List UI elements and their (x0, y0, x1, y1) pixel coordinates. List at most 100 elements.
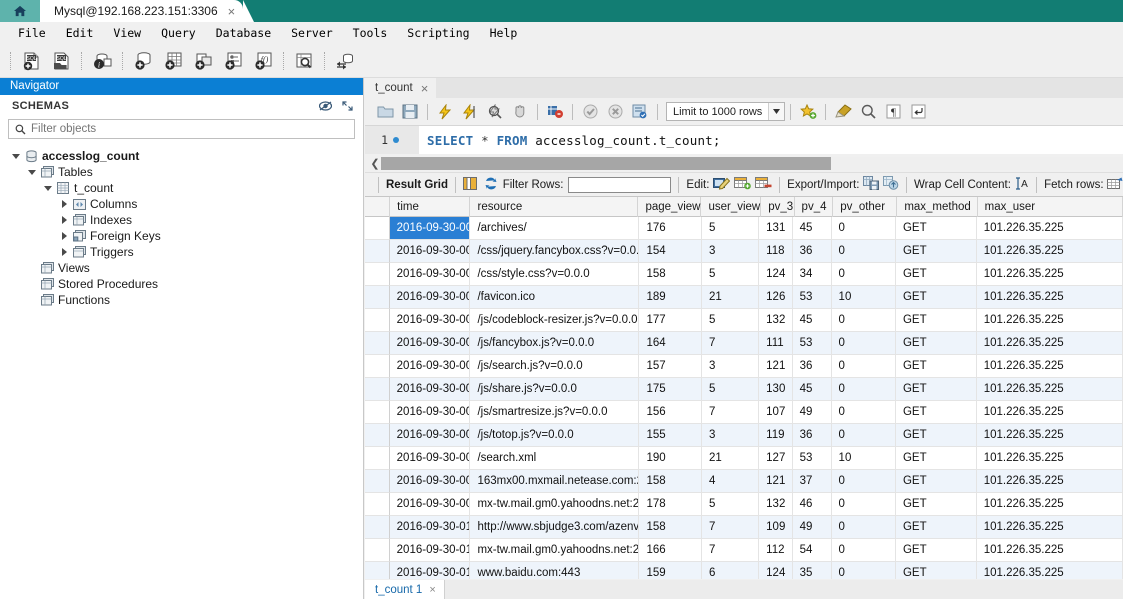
cell-pv_4[interactable]: 49 (792, 401, 832, 424)
cell-page_view[interactable]: 177 (639, 309, 703, 332)
row-marker[interactable] (365, 470, 390, 493)
menu-item-query[interactable]: Query (151, 22, 206, 44)
open-file-icon[interactable] (373, 101, 397, 123)
cell-resource[interactable]: http://www.sbjudge3.com/azenv.... (470, 516, 640, 539)
cell-pv_other[interactable]: 0 (831, 378, 896, 401)
cell-user_view[interactable]: 4 (702, 470, 760, 493)
new-function-icon[interactable]: f() (249, 47, 277, 75)
rollback-icon[interactable] (603, 101, 627, 123)
toggle-visibility-icon[interactable] (319, 101, 332, 111)
cell-user_view[interactable]: 3 (702, 424, 760, 447)
editor-hscrollbar[interactable]: ❮ (365, 154, 1123, 172)
cell-page_view[interactable]: 176 (639, 217, 703, 240)
cell-resource[interactable]: /css/style.css?v=0.0.0 (470, 263, 640, 286)
execute-current-statement-icon[interactable] (458, 101, 482, 123)
cell-resource[interactable]: /favicon.ico (470, 286, 640, 309)
cell-user_view[interactable]: 5 (702, 217, 760, 240)
toggle-word-wrap-icon[interactable] (906, 101, 930, 123)
autocommit-icon[interactable] (628, 101, 652, 123)
chevron-down-icon[interactable] (42, 185, 54, 191)
table-row[interactable]: 2016-09-30-00/js/smartresize.js?v=0.0.0 1… (365, 401, 1123, 424)
cell-pv_other[interactable]: 0 (831, 355, 896, 378)
cell-max_method[interactable]: GET (895, 286, 977, 309)
import-recordset-icon[interactable] (882, 176, 899, 193)
menu-item-edit[interactable]: Edit (56, 22, 104, 44)
cell-pv_3[interactable]: 132 (759, 309, 793, 332)
cell-pv_4[interactable]: 36 (792, 424, 832, 447)
reconnect-server-icon[interactable] (331, 47, 359, 75)
cell-pv_4[interactable]: 45 (792, 309, 832, 332)
cell-resource[interactable]: /css/jquery.fancybox.css?v=0.0.0 (470, 240, 640, 263)
cell-pv_other[interactable]: 10 (831, 286, 896, 309)
cell-resource[interactable]: 163mx00.mxmail.netease.com:25 (470, 470, 640, 493)
row-marker[interactable] (365, 378, 390, 401)
cell-max_user[interactable]: 101.226.35.225 (976, 401, 1123, 424)
cell-user_view[interactable]: 3 (702, 355, 760, 378)
cell-resource[interactable]: www.baidu.com:443 (470, 562, 640, 579)
cell-page_view[interactable]: 154 (639, 240, 703, 263)
filter-objects-box[interactable] (8, 119, 355, 139)
cell-pv_3[interactable]: 121 (759, 470, 793, 493)
cell-max_method[interactable]: GET (895, 263, 977, 286)
cell-page_view[interactable]: 158 (639, 516, 703, 539)
toggle-invisible-chars-icon[interactable]: ¶ (881, 101, 905, 123)
cell-page_view[interactable]: 178 (639, 493, 703, 516)
commit-icon[interactable] (578, 101, 602, 123)
toggle-execution-stop-icon[interactable] (543, 101, 567, 123)
cell-time[interactable]: 2016-09-30-00 (389, 355, 471, 378)
column-header-resource[interactable]: resource (470, 197, 639, 217)
cell-pv_3[interactable]: 130 (759, 378, 793, 401)
chevron-down-icon[interactable] (10, 153, 22, 159)
cell-pv_3[interactable]: 118 (759, 240, 793, 263)
cell-max_user[interactable]: 101.226.35.225 (976, 263, 1123, 286)
cell-max_user[interactable]: 101.226.35.225 (976, 217, 1123, 240)
save-file-icon[interactable] (398, 101, 422, 123)
table-row[interactable]: 2016-09-30-01 http://www.sbjudge3.com/aze… (365, 516, 1123, 539)
cell-max_method[interactable]: GET (895, 493, 977, 516)
row-marker[interactable] (365, 263, 390, 286)
cell-max_user[interactable]: 101.226.35.225 (976, 493, 1123, 516)
column-header-time[interactable]: time (390, 197, 471, 217)
column-header-pv_3[interactable]: pv_3 (761, 197, 795, 217)
filter-rows-input[interactable] (568, 176, 672, 193)
cell-page_view[interactable]: 155 (639, 424, 703, 447)
connection-tab[interactable]: Mysql@192.168.223.151:3306 × (40, 0, 255, 22)
table-row[interactable]: 2016-09-30-00/search.xml 190 21 127 53 10 GET 1… (365, 447, 1123, 470)
tree-item-triggers[interactable]: Triggers (0, 244, 363, 260)
chevron-right-icon[interactable] (58, 216, 70, 224)
chevron-right-icon[interactable] (58, 248, 70, 256)
row-marker[interactable] (365, 562, 390, 579)
cell-pv_other[interactable]: 0 (831, 332, 896, 355)
cell-max_method[interactable]: GET (895, 516, 977, 539)
column-header-max_user[interactable]: max_user (978, 197, 1123, 217)
column-header-user_view[interactable]: user_view (701, 197, 762, 217)
cell-pv_other[interactable]: 0 (831, 217, 896, 240)
open-sql-script-icon[interactable]: SQL (47, 47, 75, 75)
tree-item-views[interactable]: Views (0, 260, 363, 276)
row-marker[interactable] (365, 355, 390, 378)
cell-user_view[interactable]: 7 (702, 539, 760, 562)
cell-pv_other[interactable]: 0 (831, 309, 896, 332)
table-row[interactable]: 2016-09-30-00/archives/176 5 131 45 0 GET 101.… (365, 217, 1123, 240)
table-row[interactable]: 2016-09-30-00/js/share.js?v=0.0.0 175 5 130… (365, 378, 1123, 401)
cell-pv_3[interactable]: 132 (759, 493, 793, 516)
cell-time[interactable]: 2016-09-30-00 (389, 378, 471, 401)
cell-time[interactable]: 2016-09-30-00 (389, 424, 471, 447)
tree-item-accesslog-count[interactable]: accesslog_count (0, 148, 363, 164)
cell-max_user[interactable]: 101.226.35.225 (976, 539, 1123, 562)
tree-item-functions[interactable]: Functions (0, 292, 363, 308)
cell-pv_4[interactable]: 54 (792, 539, 832, 562)
cell-time[interactable]: 2016-09-30-00 (389, 286, 471, 309)
sql-tab-t-count[interactable]: t_count × (365, 78, 437, 98)
cell-max_user[interactable]: 101.226.35.225 (976, 516, 1123, 539)
cell-page_view[interactable]: 164 (639, 332, 703, 355)
cell-time[interactable]: 2016-09-30-00 (389, 263, 471, 286)
hscroll-thumb[interactable] (381, 156, 831, 170)
connection-info-icon[interactable]: i (88, 47, 116, 75)
cell-pv_3[interactable]: 107 (759, 401, 793, 424)
cell-max_user[interactable]: 101.226.35.225 (976, 309, 1123, 332)
column-header-pv_4[interactable]: pv_4 (795, 197, 834, 217)
cell-max_user[interactable]: 101.226.35.225 (976, 286, 1123, 309)
row-marker[interactable] (365, 539, 390, 562)
new-procedure-icon[interactable] (219, 47, 247, 75)
